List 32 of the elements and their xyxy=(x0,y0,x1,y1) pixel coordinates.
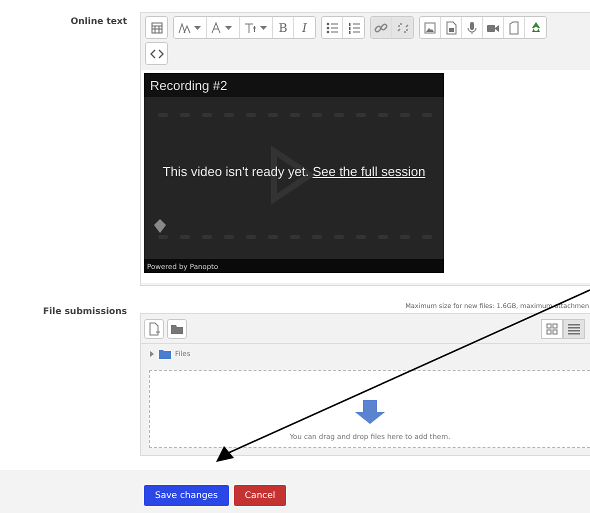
down-arrow-icon xyxy=(355,400,385,424)
text-style-icon xyxy=(243,20,269,34)
media-file-icon xyxy=(444,20,458,34)
bullet-list-icon xyxy=(325,20,339,34)
new-folder-button[interactable] xyxy=(167,318,187,338)
save-button[interactable]: Save changes xyxy=(144,485,229,506)
grid-icon xyxy=(546,322,558,334)
expand-icon[interactable] xyxy=(149,350,155,358)
image-icon xyxy=(423,20,437,34)
video-title: Recording #2 xyxy=(150,78,228,93)
folder-icon xyxy=(159,349,171,359)
link-icon xyxy=(374,20,388,34)
unlink-icon xyxy=(396,20,410,34)
microphone-icon xyxy=(465,20,479,34)
video-message: This video isn't ready yet. xyxy=(162,164,309,179)
field-label: Online text xyxy=(70,16,127,29)
file-plus-icon xyxy=(147,322,161,336)
table-icon xyxy=(150,20,164,34)
numbered-list-icon xyxy=(346,20,360,34)
bullets-button[interactable] xyxy=(322,17,343,38)
field-label: File submissions xyxy=(42,306,127,319)
document-icon xyxy=(507,20,521,34)
add-file-button[interactable] xyxy=(144,318,164,338)
grid-view-button[interactable] xyxy=(541,318,563,338)
image-button[interactable] xyxy=(420,17,441,38)
session-link[interactable]: See the full session xyxy=(312,164,426,179)
cancel-button[interactable]: Cancel xyxy=(234,485,286,506)
font-size-button[interactable] xyxy=(174,17,207,38)
list-view-button[interactable] xyxy=(563,318,585,338)
code-icon xyxy=(150,46,164,60)
list-icon xyxy=(568,322,580,334)
font-size-icon xyxy=(177,20,203,34)
